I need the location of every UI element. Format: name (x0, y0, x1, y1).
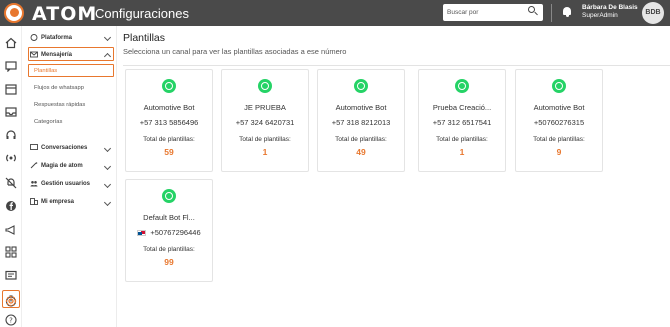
search-icon[interactable] (528, 6, 535, 13)
whatsapp-icon (162, 79, 176, 93)
menu-mensajeria[interactable]: Mensajería (30, 51, 72, 58)
chat-icon[interactable] (5, 59, 17, 73)
top-header: ATOM Configuraciones Buscar por Bárbara … (0, 0, 670, 26)
title-divider (123, 65, 670, 66)
calendar-icon[interactable] (5, 82, 17, 95)
menu-conversaciones-label: Conversaciones (41, 145, 88, 152)
menu-conversaciones[interactable]: Conversaciones (30, 144, 87, 151)
menu-plataforma-label: Plataforma (41, 35, 73, 42)
menu-gestion-label: Gestión usuarios (41, 181, 91, 188)
chat-bubble-icon (30, 144, 38, 151)
mail-icon (30, 51, 38, 58)
channel-phone: +50767296446 (126, 228, 212, 237)
channel-phone: +50760276315 (533, 118, 585, 127)
channel-name: Default Bot Fl... (143, 213, 195, 222)
user-name: Bárbara De Blasis (582, 4, 638, 11)
channel-card[interactable]: Automotive Bot +57 313 5856496 Total de … (125, 69, 213, 172)
channel-name: Prueba Creació... (432, 103, 492, 112)
facebook-icon[interactable] (5, 199, 17, 211)
channel-card[interactable]: Prueba Creació... +57 312 6517541 Total … (418, 69, 506, 172)
total-label: Total de plantillas: (143, 246, 195, 253)
menu-mensajeria-label: Mensajería (41, 52, 73, 59)
template-count: 9 (556, 147, 562, 157)
main-content: Plantillas Selecciona un canal para ver … (117, 26, 670, 327)
globe-icon (30, 34, 38, 41)
channel-phone: +57 312 6517541 (432, 118, 492, 127)
channel-card[interactable]: Default Bot Fl... +50767296446 Total de … (125, 179, 213, 282)
template-count: 49 (356, 147, 366, 157)
channel-phone: +57 318 8212013 (331, 118, 391, 127)
chevron-down-icon[interactable] (103, 198, 112, 207)
channel-card[interactable]: Automotive Bot +57 318 8212013 Total de … (317, 69, 405, 172)
menu-empresa-label: Mi empresa (41, 199, 75, 206)
help-icon[interactable]: ? (5, 313, 17, 326)
broadcast-icon[interactable] (5, 151, 17, 163)
settings-menu: Plataforma Mensajería Plantillas Flujos … (22, 26, 117, 327)
chevron-down-icon[interactable] (103, 144, 112, 153)
inbox-icon[interactable] (5, 105, 17, 117)
whatsapp-icon (552, 79, 566, 93)
whatsapp-icon (354, 79, 368, 93)
megaphone-icon[interactable] (5, 223, 17, 235)
whatsapp-icon (455, 79, 469, 93)
total-label: Total de plantillas: (143, 136, 195, 143)
user-role: SuperAdmin (582, 12, 618, 19)
users-icon (30, 180, 38, 187)
channel-name: JE PRUEBA (244, 103, 286, 112)
chevron-down-icon[interactable] (103, 33, 112, 42)
total-label: Total de plantillas: (436, 136, 488, 143)
page-title: Plantillas (123, 32, 166, 44)
grid-icon[interactable] (5, 245, 17, 258)
icon-rail (0, 26, 22, 327)
mute-icon[interactable] (5, 176, 17, 189)
panama-flag-icon (137, 230, 147, 237)
menu-plataforma[interactable]: Plataforma (30, 34, 72, 41)
total-label: Total de plantillas: (533, 136, 585, 143)
home-icon[interactable] (5, 36, 17, 49)
total-label: Total de plantillas: (335, 136, 387, 143)
whatsapp-icon (258, 79, 272, 93)
avatar[interactable]: BDB (642, 2, 664, 24)
menu-empresa[interactable]: Mi empresa (30, 198, 74, 205)
building-icon (30, 198, 38, 205)
submenu-respuestas[interactable]: Respuestas rápidas (34, 102, 85, 108)
channel-phone: +57 313 5856496 (139, 118, 199, 127)
channel-phone: +57 324 6420731 (235, 118, 295, 127)
section-title: Configuraciones (95, 6, 189, 21)
brand-name: ATOM (32, 3, 98, 25)
svg-text:?: ? (9, 317, 13, 325)
atom-logo-icon[interactable] (4, 3, 24, 23)
total-label: Total de plantillas: (239, 136, 291, 143)
menu-magia-label: Magia de atom (41, 163, 83, 170)
template-count: 1 (262, 147, 268, 157)
channel-phone-number: +50767296446 (150, 228, 201, 237)
headset-icon[interactable] (5, 128, 17, 140)
chevron-down-icon[interactable] (103, 180, 112, 189)
channel-card[interactable]: Automotive Bot +50760276315 Total de pla… (515, 69, 603, 172)
chevron-down-icon[interactable] (103, 162, 112, 171)
header-divider (551, 4, 552, 22)
page-subtitle: Selecciona un canal para ver las plantil… (123, 47, 347, 56)
submenu-plantillas[interactable]: Plantillas (34, 68, 57, 74)
channel-name: Automotive Bot (533, 103, 585, 112)
submenu-categorias[interactable]: Categorías (34, 119, 62, 125)
magic-wand-icon (30, 162, 38, 169)
menu-magia[interactable]: Magia de atom (30, 162, 83, 169)
whatsapp-icon (162, 189, 176, 203)
menu-gestion[interactable]: Gestión usuarios (30, 180, 90, 187)
channel-name: Automotive Bot (143, 103, 195, 112)
template-count: 59 (164, 147, 174, 157)
template-count: 1 (459, 147, 465, 157)
channel-card[interactable]: JE PRUEBA +57 324 6420731 Total de plant… (221, 69, 309, 172)
message-icon[interactable] (5, 269, 17, 281)
channel-name: Automotive Bot (335, 103, 387, 112)
template-count: 99 (164, 257, 174, 267)
settings-icon[interactable] (5, 294, 17, 307)
bell-icon[interactable] (563, 7, 571, 17)
submenu-flujos[interactable]: Flujos de whatsapp (34, 85, 84, 91)
